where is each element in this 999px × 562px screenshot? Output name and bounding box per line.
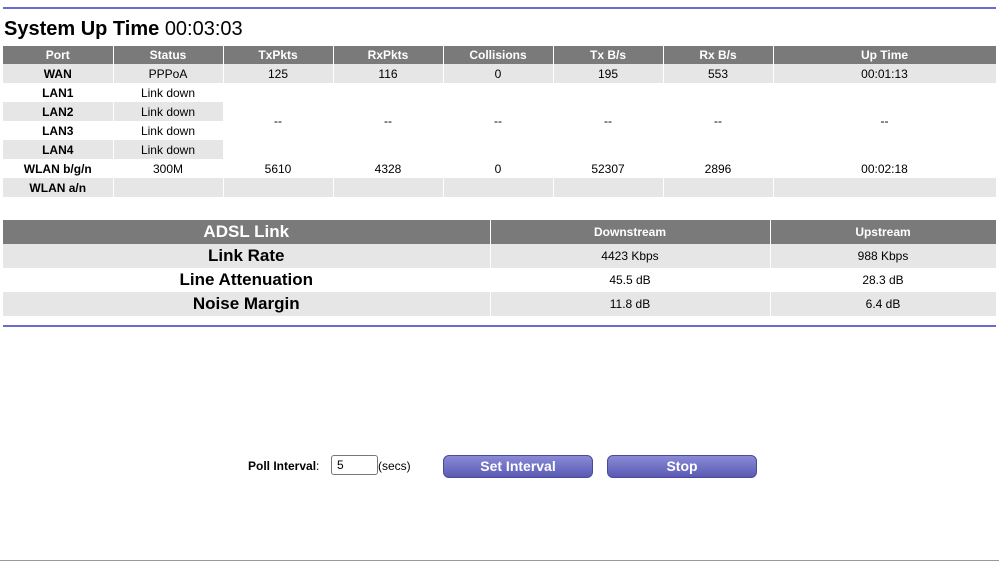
col-rxpkts: RxPkts (333, 46, 444, 64)
table-row-lan1: LAN1 Link down -- -- -- -- -- -- (3, 83, 997, 159)
adsl-row-link-rate: Link Rate 4423 Kbps 988 Kbps (3, 244, 997, 268)
port-name: LAN2 (3, 102, 114, 121)
rx-pkts-merged: -- (333, 83, 444, 159)
upstream-value: 28.3 dB (770, 268, 997, 292)
adsl-row-noise-margin: Noise Margin 11.8 dB 6.4 dB (3, 292, 997, 316)
stats-header-row: Port Status TxPkts RxPkts Collisions Tx … (3, 46, 997, 64)
collisions: 0 (443, 64, 554, 83)
port-name: WLAN b/g/n (3, 159, 114, 178)
port-name: WAN (3, 64, 114, 83)
collisions-merged: -- (443, 83, 554, 159)
col-port: Port (3, 46, 114, 64)
col-up-time: Up Time (773, 46, 997, 64)
table-row-wan: WAN PPPoA 125 116 0 195 553 00:01:13 (3, 64, 997, 83)
port-status: Link down (113, 140, 224, 159)
stop-button[interactable]: Stop (607, 455, 757, 478)
table-row-wlan-bgn: WLAN b/g/n 300M 5610 4328 0 52307 2896 0… (3, 159, 997, 178)
adsl-header-row: ADSL Link Downstream Upstream (3, 220, 997, 244)
col-status: Status (113, 46, 224, 64)
adsl-row-line-attenuation: Line Attenuation 45.5 dB 28.3 dB (3, 268, 997, 292)
downstream-value: 11.8 dB (490, 292, 771, 316)
tx-pkts: 5610 (223, 159, 334, 178)
downstream-value: 45.5 dB (490, 268, 771, 292)
rx-bps: 2896 (663, 159, 774, 178)
col-tx-bps: Tx B/s (553, 46, 664, 64)
footer-divider (0, 560, 999, 561)
port-status: Link down (113, 102, 224, 121)
adsl-link-table: ADSL Link Downstream Upstream Link Rate … (3, 220, 997, 316)
port-name: WLAN a/n (3, 178, 114, 197)
tx-bps: 195 (553, 64, 664, 83)
tx-bps: 52307 (553, 159, 664, 178)
port-status: Link down (113, 121, 224, 140)
poll-interval-unit: (secs) (378, 459, 411, 473)
router-stats-page: System Up Time 00:03:03 Port Status TxPk… (0, 0, 999, 562)
table-row-wlan-an: WLAN a/n (3, 178, 997, 197)
upstream-value: 6.4 dB (770, 292, 997, 316)
adsl-row-label: Link Rate (3, 244, 491, 268)
top-divider (3, 7, 996, 9)
adsl-row-label: Line Attenuation (3, 268, 491, 292)
upstream-value: 988 Kbps (770, 244, 997, 268)
col-collisions: Collisions (443, 46, 554, 64)
port-status: 300M (113, 159, 224, 178)
adsl-row-label: Noise Margin (3, 292, 491, 316)
rx-bps: 553 (663, 64, 774, 83)
tx-pkts: 125 (223, 64, 334, 83)
port-status: Link down (113, 83, 224, 102)
downstream-value: 4423 Kbps (490, 244, 771, 268)
col-downstream: Downstream (490, 220, 771, 244)
col-rx-bps: Rx B/s (663, 46, 774, 64)
collisions: 0 (443, 159, 554, 178)
tx-bps-merged: -- (553, 83, 664, 159)
poll-interval-input[interactable] (331, 455, 378, 475)
system-up-time: System Up Time 00:03:03 (4, 17, 243, 41)
rx-pkts: 4328 (333, 159, 444, 178)
port-status: PPPoA (113, 64, 224, 83)
set-interval-button[interactable]: Set Interval (443, 455, 593, 478)
port-name: LAN1 (3, 83, 114, 102)
tx-pkts-merged: -- (223, 83, 334, 159)
up-time: 00:01:13 (773, 64, 997, 83)
poll-interval-label: Poll Interval (248, 459, 317, 473)
port-name: LAN3 (3, 121, 114, 140)
bottom-divider (3, 325, 996, 327)
poll-interval-colon: : (316, 459, 320, 473)
rx-pkts: 116 (333, 64, 444, 83)
up-time-label: System Up Time (4, 18, 160, 40)
port-stats-table: Port Status TxPkts RxPkts Collisions Tx … (3, 46, 997, 197)
col-upstream: Upstream (770, 220, 997, 244)
up-time-value: 00:03:03 (164, 18, 243, 40)
adsl-title: ADSL Link (3, 220, 491, 244)
port-name: LAN4 (3, 140, 114, 159)
up-time: 00:02:18 (773, 159, 997, 178)
col-txpkts: TxPkts (223, 46, 334, 64)
rx-bps-merged: -- (663, 83, 774, 159)
up-time-merged: -- (773, 83, 997, 159)
